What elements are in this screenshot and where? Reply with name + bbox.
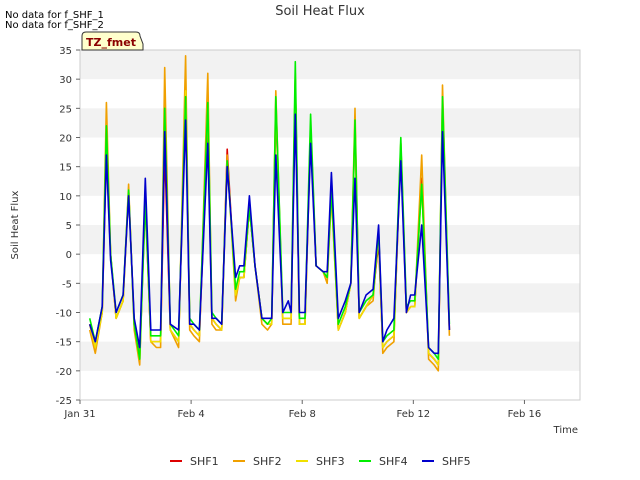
x-tick-label: Jan 31: [63, 409, 95, 420]
legend-label-shf2: SHF2: [253, 455, 282, 468]
soil-heat-flux-chart: -25 -20 -15 -10 -5 0 5 10 15 20 25 30 35 Jan 31 Feb 4…: [0, 0, 640, 480]
y-tick-label: 10: [59, 192, 72, 203]
legend-label-shf3: SHF3: [316, 455, 345, 468]
x-tick-label: Feb 4: [177, 409, 204, 420]
y-tick-label: -20: [56, 367, 72, 378]
legend-label-shf5: SHF5: [442, 455, 471, 468]
y-axis-label: Soil Heat Flux: [10, 190, 21, 259]
legend-label-shf1: SHF1: [190, 455, 219, 468]
y-tick-label: 0: [66, 250, 72, 261]
y-tick-label: 20: [59, 134, 72, 145]
grid-band: [80, 50, 580, 80]
y-tick-label: -25: [56, 396, 72, 407]
grid-band: [80, 283, 580, 313]
y-tick-label: 15: [59, 163, 72, 174]
x-tick-label: Feb 16: [508, 409, 542, 420]
x-tick-label: Feb 8: [289, 409, 316, 420]
x-tick-label: Feb 12: [397, 409, 431, 420]
chart-title: Soil Heat Flux: [275, 4, 365, 19]
tz-badge-label: TZ_fmet: [86, 36, 136, 49]
y-tick-label: 5: [66, 221, 72, 232]
tz-badge: TZ_fmet: [81, 31, 144, 51]
y-tick-label: -15: [56, 338, 72, 349]
y-tick-label: 25: [59, 104, 72, 115]
no-data-note-2: No data for f_SHF_2: [5, 20, 104, 31]
legend-label-shf4: SHF4: [379, 455, 408, 468]
x-axis-label: Time: [553, 425, 578, 436]
y-tick-label: -5: [62, 279, 72, 290]
y-tick-label: 35: [59, 46, 72, 57]
y-tick-label: 30: [59, 75, 72, 86]
y-tick-label: -10: [56, 309, 72, 320]
grid-band: [80, 108, 580, 138]
